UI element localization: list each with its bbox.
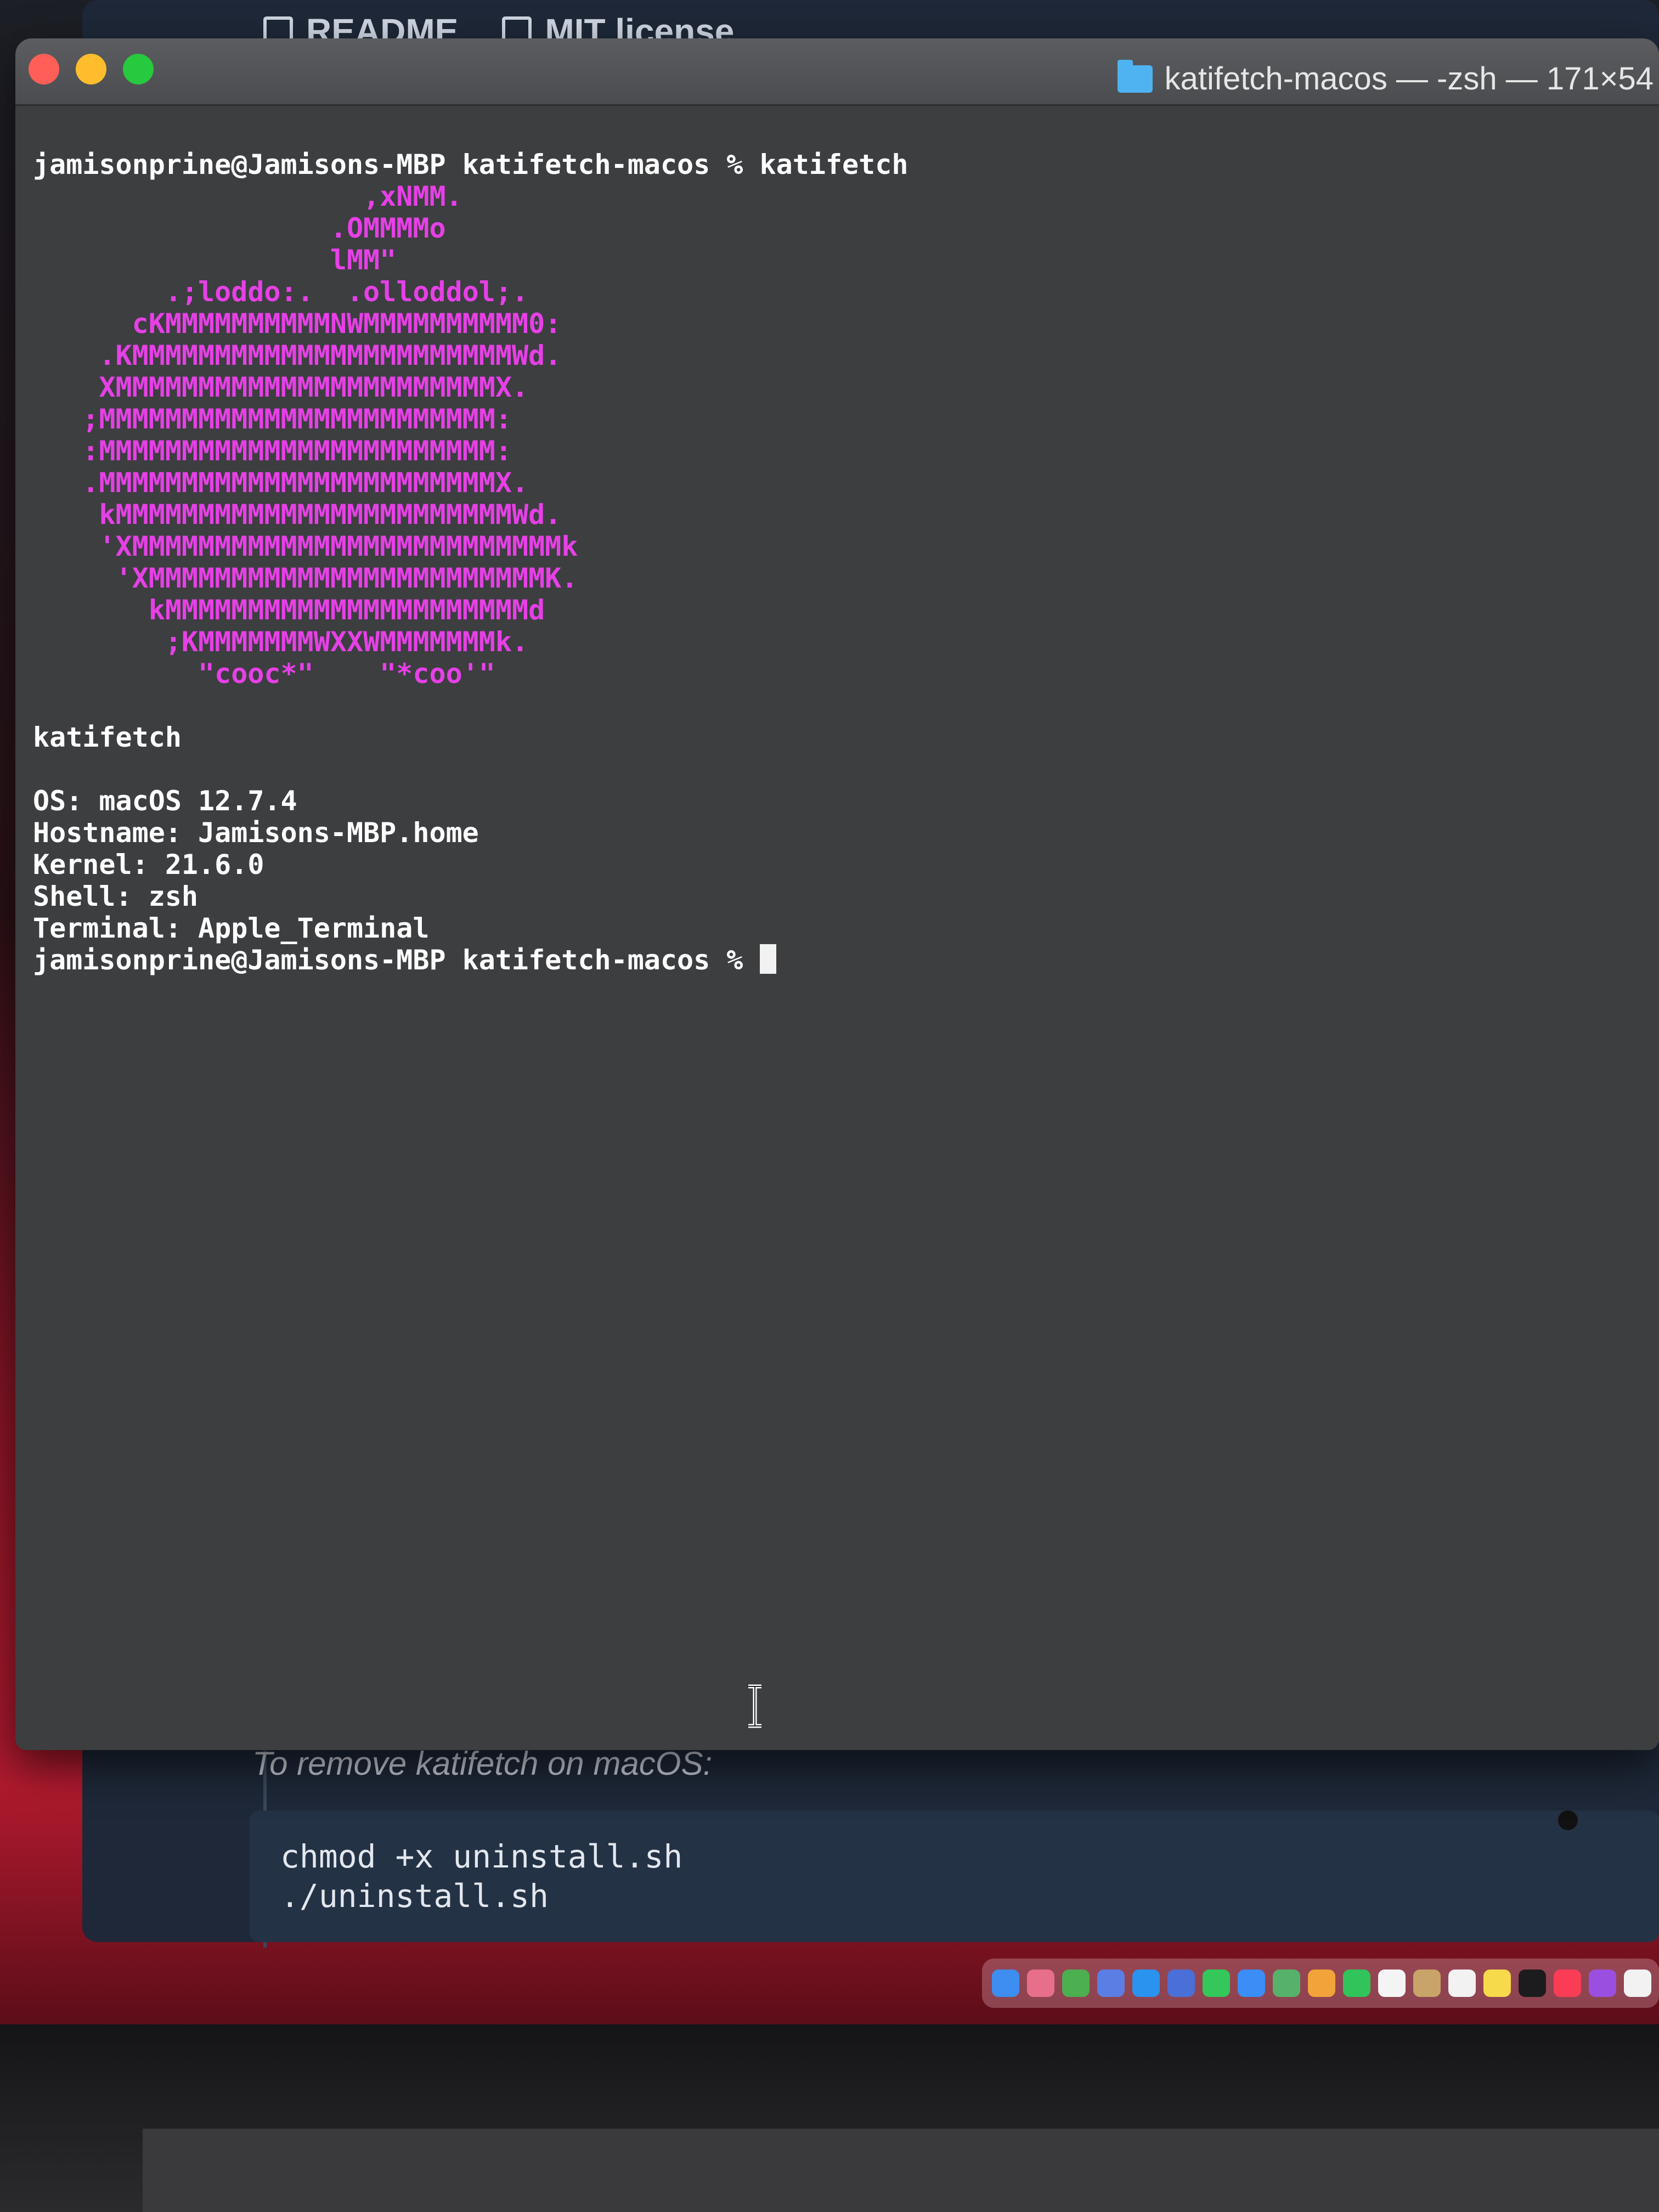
minecraft-icon[interactable] (1062, 1970, 1090, 1997)
ascii-logo-line: 'XMMMMMMMMMMMMMMMMMMMMMMMMMMk (33, 531, 578, 562)
info-os: OS: macOS 12.7.4 (33, 785, 297, 817)
ascii-logo-line: cKMMMMMMMMMMNWMMMMMMMMMM0: (33, 308, 562, 340)
ascii-logo-line: .;loddo:. .olloddol;. (33, 276, 529, 308)
launchpad-icon[interactable] (1027, 1970, 1054, 1997)
info-title: katifetch (33, 721, 182, 753)
command-prompt: jamisonprine@Jamisons-MBP katifetch-maco… (33, 149, 909, 180)
ascii-logo-line: 'XMMMMMMMMMMMMMMMMMMMMMMMMK. (33, 562, 578, 594)
app-icon[interactable] (1167, 1970, 1195, 1997)
ascii-logo-line: ;MMMMMMMMMMMMMMMMMMMMMMMM: (33, 403, 512, 435)
ascii-logo-line: kMMMMMMMMMMMMMMMMMMMMMMd (33, 594, 545, 626)
info-hostname: Hostname: Jamisons-MBP.home (33, 817, 479, 849)
text-cursor (759, 944, 776, 974)
terminal-window[interactable]: katifetch-macos — -zsh — 171×54 jamisonp… (15, 38, 1659, 1750)
ascii-logo-line: :MMMMMMMMMMMMMMMMMMMMMMMM: (33, 435, 512, 467)
facetime-icon[interactable] (1343, 1970, 1370, 1997)
ascii-logo-line: lMM" (33, 244, 397, 276)
prompt-text: jamisonprine@Jamisons-MBP katifetch-maco… (33, 944, 760, 976)
safari-icon[interactable] (1132, 1970, 1160, 1997)
terminal-titlebar[interactable]: katifetch-macos — -zsh — 171×54 (15, 38, 1659, 106)
minimize-button[interactable] (76, 54, 106, 84)
ascii-logo-line: .KMMMMMMMMMMMMMMMMMMMMMMMWd. (33, 340, 562, 371)
ascii-logo-line: .MMMMMMMMMMMMMMMMMMMMMMMMX. (33, 467, 529, 499)
code-line: ./uninstall.sh (280, 1877, 549, 1915)
ascii-logo-line: kMMMMMMMMMMMMMMMMMMMMMMMMWd. (33, 499, 562, 531)
scroll-indicator (1558, 1810, 1578, 1830)
current-prompt[interactable]: jamisonprine@Jamisons-MBP katifetch-maco… (33, 944, 1659, 976)
window-title: katifetch-macos — -zsh — 171×54 (1117, 59, 1654, 97)
calendar-icon[interactable] (1378, 1970, 1406, 1997)
terminal-output[interactable]: jamisonprine@Jamisons-MBP katifetch-maco… (15, 106, 1659, 1040)
photo-of-screen: README MIT license To remove katifetch o… (0, 0, 1659, 2212)
photos-icon[interactable] (1308, 1970, 1335, 1997)
ascii-logo-line: XMMMMMMMMMMMMMMMMMMMMMMMX. (33, 371, 529, 403)
keyboard-edge (143, 2129, 1659, 2212)
ascii-logo-line: ;KMMMMMMMWXXWMMMMMMMk. (33, 626, 529, 658)
code-block: chmod +x uninstall.sh ./uninstall.sh (250, 1810, 1659, 1942)
tv-icon[interactable] (1519, 1970, 1546, 1997)
dock (982, 1959, 1659, 2008)
window-title-text: katifetch-macos — -zsh — 171×54 (1164, 61, 1654, 97)
info-kernel: Kernel: 21.6.0 (33, 849, 264, 881)
close-button[interactable] (29, 54, 59, 84)
podcasts-icon[interactable] (1589, 1970, 1616, 1997)
contacts-icon[interactable] (1413, 1970, 1441, 1997)
finder-icon[interactable] (992, 1970, 1019, 1997)
info-shell: Shell: zsh (33, 881, 199, 912)
folder-icon (1117, 59, 1153, 93)
code-line: chmod +x uninstall.sh (280, 1838, 683, 1875)
maps-icon[interactable] (1273, 1970, 1300, 1997)
reminders-icon[interactable] (1448, 1970, 1476, 1997)
notes-icon[interactable] (1483, 1970, 1511, 1997)
music-icon[interactable] (1554, 1970, 1581, 1997)
app-icon[interactable] (1097, 1970, 1125, 1997)
mail-icon[interactable] (1238, 1970, 1265, 1997)
readme-text-fragment: To remove katifetch on macOS: (252, 1745, 713, 1782)
news-icon[interactable] (1624, 1970, 1651, 1997)
info-terminal: Terminal: Apple_Terminal (33, 912, 430, 944)
messages-icon[interactable] (1203, 1970, 1230, 1997)
zoom-button[interactable] (123, 54, 154, 84)
ascii-logo-line: "cooc*" "*coo'" (33, 658, 495, 690)
ascii-logo-line: .OMMMMo (33, 212, 446, 244)
ascii-logo-line: ,xNMM. (33, 180, 462, 212)
ibeam-cursor-icon (748, 1684, 761, 1728)
